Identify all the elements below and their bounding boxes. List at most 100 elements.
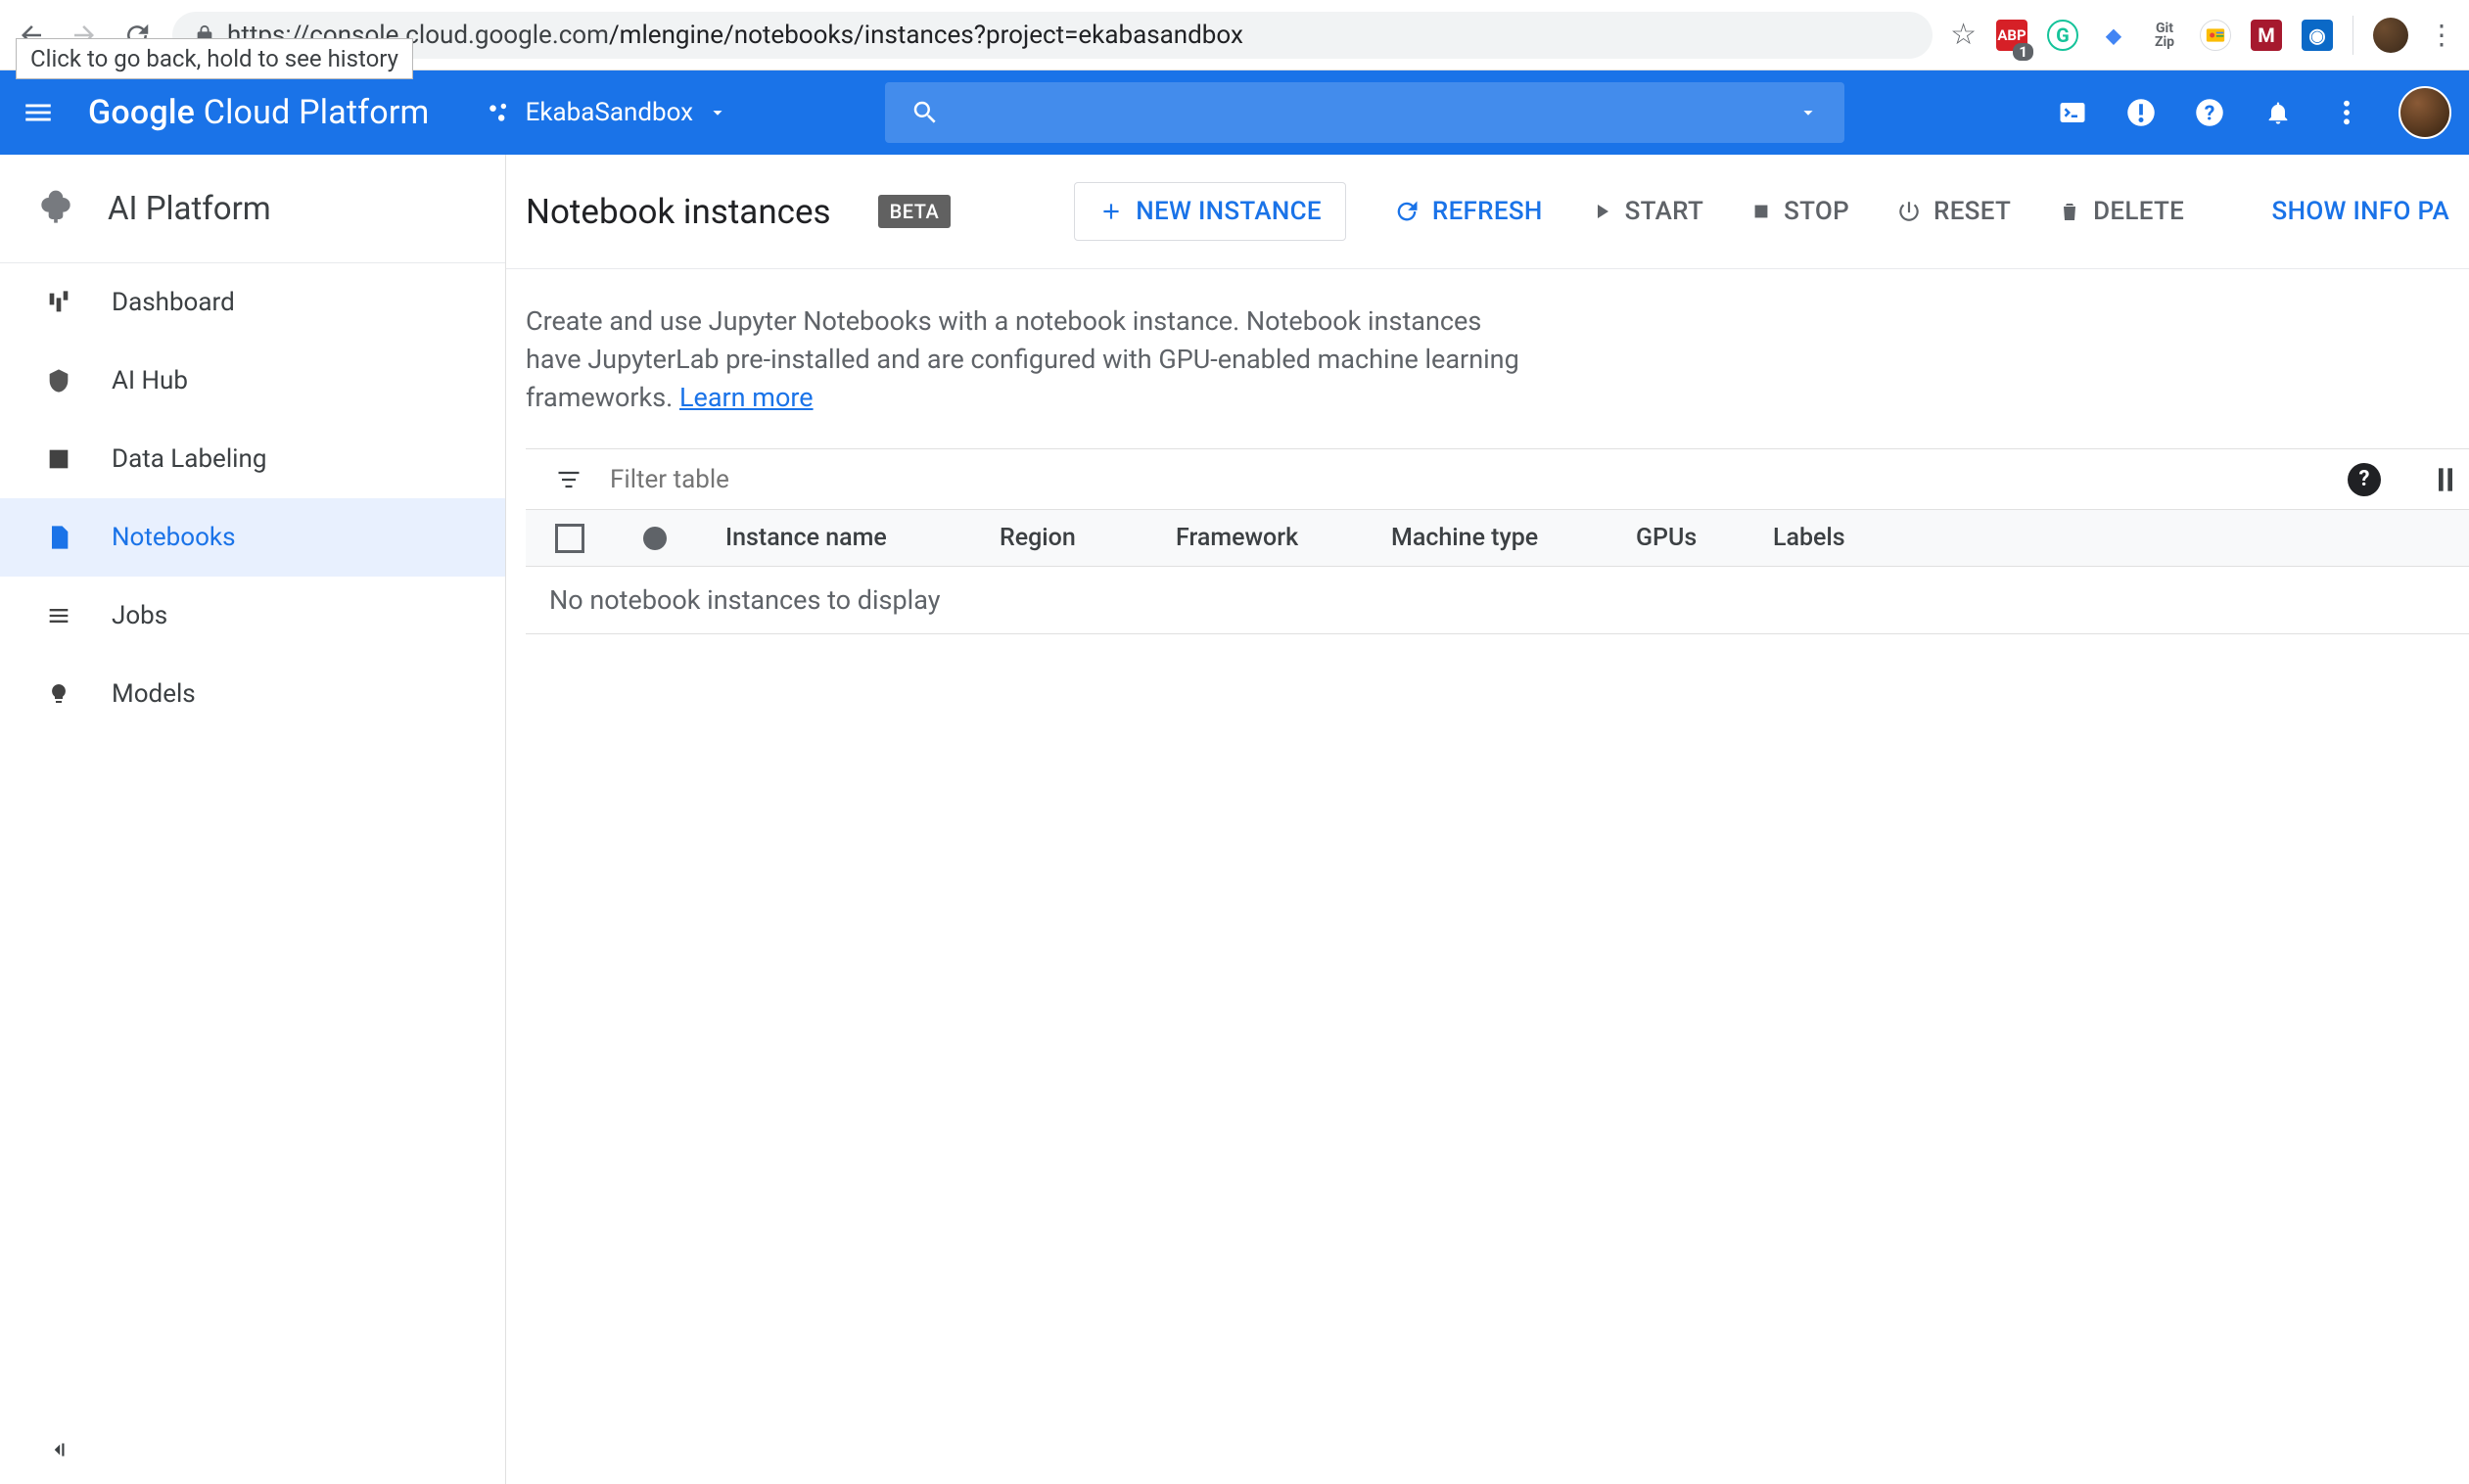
- col-instance-name[interactable]: Instance name: [725, 524, 941, 552]
- abp-badge-count: 1: [2013, 43, 2033, 61]
- col-machine[interactable]: Machine type: [1391, 524, 1577, 552]
- stop-button[interactable]: STOP: [1750, 197, 1849, 226]
- main-layout: AI Platform Dashboard AI Hub Data Labeli…: [0, 155, 2469, 1484]
- col-gpus[interactable]: GPUs: [1636, 524, 1714, 552]
- page-description: Create and use Jupyter Notebooks with a …: [506, 269, 1544, 448]
- sidebar-item-label: Dashboard: [112, 288, 235, 317]
- sidebar-item-label: AI Hub: [112, 366, 188, 395]
- dropdown-caret-icon: [707, 102, 728, 123]
- instances-table: ? Instance name Region Framework Machine…: [526, 448, 2469, 634]
- notebooks-icon: [41, 520, 76, 555]
- select-all-checkbox[interactable]: [555, 524, 584, 553]
- scholar-extension-icon[interactable]: ◆: [2098, 20, 2129, 51]
- nav-menu-button[interactable]: [18, 92, 59, 133]
- notifications-icon[interactable]: [2261, 96, 2295, 129]
- chrome-profile-avatar[interactable]: [2373, 18, 2408, 53]
- filter-input[interactable]: [610, 465, 2440, 494]
- filter-icon[interactable]: [555, 466, 582, 493]
- sidebar-item-label: Models: [112, 679, 196, 709]
- collapse-sidebar-button[interactable]: [45, 1437, 70, 1462]
- button-label: SHOW INFO PA: [2272, 197, 2449, 226]
- account-avatar[interactable]: [2399, 86, 2451, 139]
- button-label: REFRESH: [1432, 197, 1543, 226]
- bookmark-star-icon[interactable]: ☆: [1950, 18, 1977, 52]
- more-icon[interactable]: [2330, 96, 2363, 129]
- col-framework[interactable]: Framework: [1176, 524, 1332, 552]
- content-area: Notebook instances BETA NEW INSTANCE REF…: [506, 155, 2469, 1484]
- back-tooltip: Click to go back, hold to see history: [16, 38, 413, 79]
- beta-badge: BETA: [878, 195, 952, 228]
- header-actions: ?: [1997, 86, 2451, 139]
- search-box[interactable]: [885, 82, 1844, 143]
- search-icon: [910, 98, 940, 127]
- sidebar-item-models[interactable]: Models: [0, 655, 505, 733]
- sidebar: AI Platform Dashboard AI Hub Data Labeli…: [0, 155, 506, 1484]
- chrome-menu-icon[interactable]: ⋮: [2428, 19, 2455, 51]
- sidebar-title[interactable]: AI Platform: [0, 155, 505, 263]
- col-labels[interactable]: Labels: [1773, 524, 1871, 552]
- ai-platform-icon: [33, 186, 78, 231]
- extension-tray: ☆ ABP 1 G ◆ Git Zip M ◉ ⋮: [1950, 16, 2455, 55]
- dashboard-icon: [41, 285, 76, 320]
- sidebar-item-datalabeling[interactable]: Data Labeling: [0, 420, 505, 498]
- sidebar-item-aihub[interactable]: AI Hub: [0, 342, 505, 420]
- datalabeling-icon: [41, 441, 76, 477]
- gcp-header: Google Cloud Platform EkabaSandbox ?: [0, 70, 2469, 155]
- alert-icon[interactable]: [2124, 96, 2158, 129]
- button-label: STOP: [1784, 197, 1849, 226]
- button-label: DELETE: [2093, 197, 2184, 226]
- aihub-icon: [41, 363, 76, 398]
- columns-toggle-icon[interactable]: [2436, 466, 2455, 493]
- project-icon: [487, 100, 512, 125]
- refresh-button[interactable]: REFRESH: [1393, 197, 1543, 226]
- filter-bar: ?: [526, 449, 2469, 510]
- page-title: Notebook instances: [526, 192, 831, 232]
- start-button[interactable]: START: [1590, 197, 1703, 226]
- play-icon: [1590, 200, 1613, 223]
- gcp-logo-google: Google: [88, 93, 195, 132]
- grammarly-extension-icon[interactable]: G: [2047, 20, 2078, 51]
- description-text: Create and use Jupyter Notebooks with a …: [526, 305, 1519, 413]
- mendeley-extension-icon[interactable]: M: [2251, 20, 2282, 51]
- search-dropdown-icon[interactable]: [1797, 102, 1819, 123]
- reset-button[interactable]: RESET: [1896, 197, 2011, 226]
- button-label: START: [1625, 197, 1703, 226]
- extension-icon-5[interactable]: [2200, 20, 2231, 51]
- trash-icon: [2058, 200, 2081, 223]
- show-info-panel-button[interactable]: SHOW INFO PA: [2272, 197, 2449, 226]
- abp-label: ABP: [1997, 26, 2026, 44]
- action-toolbar: Notebook instances BETA NEW INSTANCE REF…: [506, 155, 2469, 269]
- project-name: EkabaSandbox: [526, 98, 694, 127]
- sidebar-title-label: AI Platform: [108, 190, 271, 228]
- jobs-icon: [41, 598, 76, 633]
- col-region[interactable]: Region: [1000, 524, 1117, 552]
- sidebar-item-dashboard[interactable]: Dashboard: [0, 263, 505, 342]
- plus-icon: [1098, 199, 1124, 224]
- refresh-icon: [1393, 198, 1421, 225]
- sidebar-item-jobs[interactable]: Jobs: [0, 577, 505, 655]
- gcp-logo-rest: Cloud Platform: [204, 93, 430, 132]
- cloud-shell-icon[interactable]: [2056, 96, 2089, 129]
- table-header: Instance name Region Framework Machine t…: [526, 510, 2469, 567]
- sidebar-item-notebooks[interactable]: Notebooks: [0, 498, 505, 577]
- button-label: RESET: [1933, 197, 2011, 226]
- extension-icon-7[interactable]: ◉: [2302, 20, 2333, 51]
- empty-state: No notebook instances to display: [526, 567, 2469, 634]
- svg-text:?: ?: [2205, 102, 2215, 126]
- help-icon[interactable]: ?: [2193, 96, 2226, 129]
- new-instance-button[interactable]: NEW INSTANCE: [1074, 182, 1346, 241]
- delete-button[interactable]: DELETE: [2058, 197, 2184, 226]
- project-picker[interactable]: EkabaSandbox: [477, 98, 739, 127]
- models-icon: [41, 676, 76, 712]
- learn-more-link[interactable]: Learn more: [679, 382, 814, 413]
- power-icon: [1896, 199, 1922, 224]
- status-column-icon: [643, 527, 667, 550]
- button-label: NEW INSTANCE: [1136, 197, 1322, 226]
- gitzip-extension-icon[interactable]: Git Zip: [2149, 20, 2180, 51]
- sidebar-item-label: Jobs: [112, 601, 167, 630]
- stop-icon: [1750, 201, 1772, 222]
- filter-help-icon[interactable]: ?: [2348, 463, 2381, 496]
- address-bar[interactable]: https://console.cloud.google.com/mlengin…: [172, 12, 1933, 59]
- abp-extension-icon[interactable]: ABP 1: [1996, 20, 2027, 51]
- gcp-logo[interactable]: Google Cloud Platform: [88, 93, 430, 132]
